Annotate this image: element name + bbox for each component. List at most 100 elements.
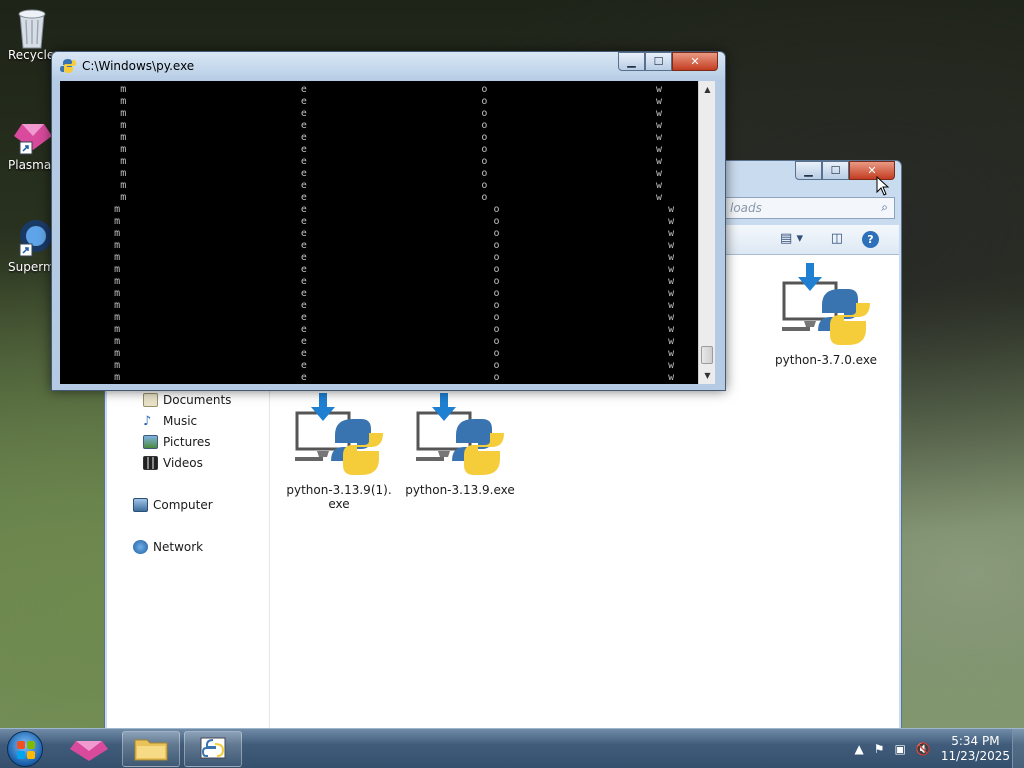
search-icon[interactable]: ⌕ <box>881 200 888 215</box>
clock-date: 11/23/2025 <box>940 749 1010 763</box>
preview-pane-icon[interactable]: ◫ <box>831 231 843 246</box>
console-titlebar[interactable]: C:\Windows\py.exe ▁ ☐ ✕ <box>52 52 725 80</box>
network-status-icon[interactable]: ▣ <box>895 742 906 756</box>
nav-item-network[interactable]: Network <box>133 540 203 554</box>
nav-item-label: Computer <box>153 498 213 512</box>
nav-item-videos[interactable]: Videos <box>143 456 203 470</box>
documents-icon <box>143 393 158 407</box>
plasma-icon <box>12 116 52 156</box>
clock-time: 5:34 PM <box>951 734 1000 748</box>
plasma-icon <box>70 741 108 761</box>
console-line: m e o w <box>60 276 675 287</box>
taskbar-python-button[interactable] <box>184 731 242 767</box>
console-line: m e o w <box>60 168 663 179</box>
console-line: m e o w <box>60 180 663 191</box>
scroll-down-icon[interactable]: ▼ <box>699 367 716 384</box>
scrollbar-thumb[interactable] <box>701 346 713 364</box>
file-name: python-3.13.9(1). <box>286 483 392 497</box>
nav-item-label: Documents <box>163 393 232 407</box>
minimize-button[interactable]: ▁ <box>795 161 822 180</box>
mouse-cursor-icon <box>876 176 890 196</box>
nav-item-computer[interactable]: Computer <box>133 498 213 512</box>
file-name: python-3.7.0.exe <box>775 353 877 367</box>
clock[interactable]: 5:34 PM 11/23/2025 <box>941 734 1010 764</box>
file-item[interactable]: python-3.13.9.exe <box>405 391 515 497</box>
console-line: m e o w <box>60 204 675 215</box>
console-line: m e o w <box>60 252 675 263</box>
console-line: m e o w <box>60 132 663 143</box>
console-line: m e o w <box>60 228 675 239</box>
volume-muted-icon[interactable]: 🔇 <box>916 742 931 756</box>
console-line: m e o w <box>60 108 663 119</box>
music-icon: ♪ <box>143 414 152 429</box>
console-window-controls: ▁ ☐ ✕ <box>618 52 718 71</box>
maximize-icon: ☐ <box>830 164 841 177</box>
nav-item-music[interactable]: ♪ Music <box>143 414 198 429</box>
console-line: m e o w <box>60 300 675 311</box>
file-name-ext: exe <box>328 497 350 511</box>
recycle-bin-icon <box>12 6 52 49</box>
close-button[interactable]: ✕ <box>672 52 718 71</box>
windows-logo-icon <box>17 741 35 759</box>
computer-icon <box>133 498 148 512</box>
maximize-icon: ☐ <box>653 55 664 68</box>
file-item[interactable]: python-3.13.9(1). exe <box>284 391 394 511</box>
maximize-button[interactable]: ☐ <box>822 161 849 180</box>
maximize-button[interactable]: ☐ <box>645 52 672 71</box>
console-line: m e o w <box>60 240 675 251</box>
file-name: python-3.13.9.exe <box>405 483 515 497</box>
console-line: m e o w <box>60 192 663 203</box>
console-line: m e o w <box>60 288 675 299</box>
taskbar: ▲ ⚑ ▣ 🔇 5:34 PM 11/23/2025 <box>0 728 1024 768</box>
show-desktop-button[interactable] <box>1012 729 1024 768</box>
network-icon <box>133 540 148 554</box>
console-line: m e o w <box>60 360 675 371</box>
nav-item-label: Pictures <box>163 435 211 449</box>
minimize-button[interactable]: ▁ <box>618 52 645 71</box>
nav-item-pictures[interactable]: Pictures <box>143 435 211 449</box>
console-line: m e o w <box>60 336 675 347</box>
console-line: m e o w <box>60 156 663 167</box>
taskbar-explorer-button[interactable] <box>122 731 180 767</box>
console-scrollbar[interactable]: ▲ ▼ <box>698 81 715 384</box>
close-icon: ✕ <box>690 55 700 68</box>
minimize-icon: ▁ <box>627 55 636 68</box>
console-output[interactable]: m e o w m e o w m e o w m e o w m e o w … <box>60 81 698 384</box>
console-line: m e o w <box>60 264 675 275</box>
console-line: m e o w <box>60 372 675 383</box>
console-line: m e o w <box>60 120 663 131</box>
view-options-icon[interactable]: ▤ ▾ <box>780 231 803 246</box>
help-icon[interactable]: ? <box>862 231 879 248</box>
python-installer-icon <box>291 391 387 479</box>
superm-icon <box>12 218 52 258</box>
pictures-icon <box>143 435 158 449</box>
file-item[interactable]: python-3.7.0.exe <box>771 261 881 367</box>
console-line: m e o w <box>60 216 675 227</box>
nav-item-label: Network <box>153 540 204 554</box>
python-console-icon <box>60 58 76 74</box>
console-window[interactable]: C:\Windows\py.exe ▁ ☐ ✕ m e o w m e o w … <box>51 51 726 391</box>
python-installer-icon <box>778 261 874 349</box>
python-installer-icon <box>412 391 508 479</box>
console-line: m e o w <box>60 348 675 359</box>
action-center-icon[interactable]: ⚑ <box>874 742 885 756</box>
videos-icon <box>143 456 158 470</box>
console-line: m e o w <box>60 312 675 323</box>
console-line: m e o w <box>60 324 675 335</box>
search-placeholder: loads <box>730 201 762 215</box>
minimize-icon: ▁ <box>804 164 813 177</box>
start-button[interactable] <box>7 731 43 767</box>
console-line: m e o w <box>60 144 663 155</box>
taskbar-plasma-button[interactable] <box>62 731 116 767</box>
system-tray: ▲ ⚑ ▣ 🔇 5:34 PM 11/23/2025 <box>855 729 1010 768</box>
console-line: m e o w <box>60 96 663 107</box>
window-title: C:\Windows\py.exe <box>82 59 195 73</box>
show-hidden-icons-icon[interactable]: ▲ <box>855 742 864 756</box>
nav-item-documents[interactable]: Documents <box>143 393 231 407</box>
python-console-icon <box>200 737 226 759</box>
desktop-icon-recycle-bin[interactable]: Recycle <box>6 6 58 62</box>
console-line: m e o w <box>60 84 663 95</box>
nav-item-label: Music <box>163 414 198 428</box>
scroll-up-icon[interactable]: ▲ <box>699 81 716 98</box>
search-input[interactable]: loads ⌕ <box>725 197 895 219</box>
